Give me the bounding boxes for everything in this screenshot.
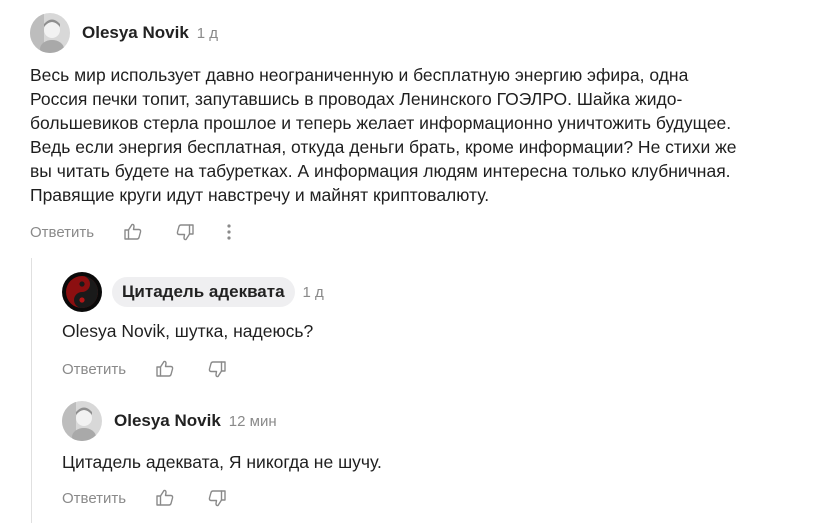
author-name[interactable]: Olesya Novik	[114, 411, 221, 431]
comment-text: Цитадель адеквата, Я никогда не шучу.	[62, 452, 382, 472]
comment-time: 1 д	[196, 24, 219, 42]
comment-text: Весь мир использует давно неограниченную…	[30, 63, 835, 207]
comment-actions: Ответить	[62, 357, 822, 381]
dislike-icon[interactable]	[206, 358, 228, 380]
comment-header: Цитадель адеквата 1 д	[62, 272, 822, 312]
comment-1: Olesya Novik 1 д Весь мир использует дав…	[30, 13, 835, 244]
reply-button[interactable]: Ответить	[62, 361, 126, 378]
like-icon[interactable]	[154, 487, 176, 509]
comment-text-line: большевиков стерла прошлое и теперь жела…	[30, 113, 732, 133]
dislike-icon[interactable]	[206, 487, 228, 509]
author-name[interactable]: Цитадель адеквата	[112, 277, 295, 307]
author-avatar[interactable]	[62, 401, 102, 441]
comment-text-line: Россия печки топит, запутавшись в провод…	[30, 89, 683, 109]
comment-3: Olesya Novik 12 мин Цитадель адеквата, Я…	[62, 401, 822, 510]
comment-2: Цитадель адеквата 1 д Olesya Novik, шутк…	[62, 272, 822, 381]
comment-text: Olesya Novik, шутка, надеюсь?	[62, 321, 314, 341]
comment-text-line: Ведь если энергия бесплатная, откуда ден…	[30, 137, 737, 157]
thread-line	[31, 258, 32, 523]
comment-actions: Ответить	[62, 486, 822, 510]
reply-button[interactable]: Ответить	[30, 224, 94, 241]
author-name[interactable]: Olesya Novik	[82, 23, 189, 43]
reply-button[interactable]: Ответить	[62, 490, 126, 507]
comment-text-line: вы читать будете на табуретках. А информ…	[30, 161, 731, 181]
author-avatar[interactable]	[62, 272, 102, 312]
comment-header: Olesya Novik 1 д	[30, 13, 835, 53]
comment-text-line: Правящие круги идут навстречу и майнят к…	[30, 185, 490, 205]
like-icon[interactable]	[154, 358, 176, 380]
comment-time: 12 мин	[228, 412, 277, 430]
comment-text-line: Весь мир использует давно неограниченную…	[30, 65, 689, 85]
comment-time: 1 д	[302, 283, 324, 301]
like-icon[interactable]	[122, 221, 144, 243]
dislike-icon[interactable]	[174, 221, 196, 243]
comment-header: Olesya Novik 12 мин	[62, 401, 822, 441]
more-options-icon[interactable]	[218, 221, 240, 243]
author-avatar[interactable]	[30, 13, 70, 53]
comment-actions: Ответить	[30, 220, 835, 244]
